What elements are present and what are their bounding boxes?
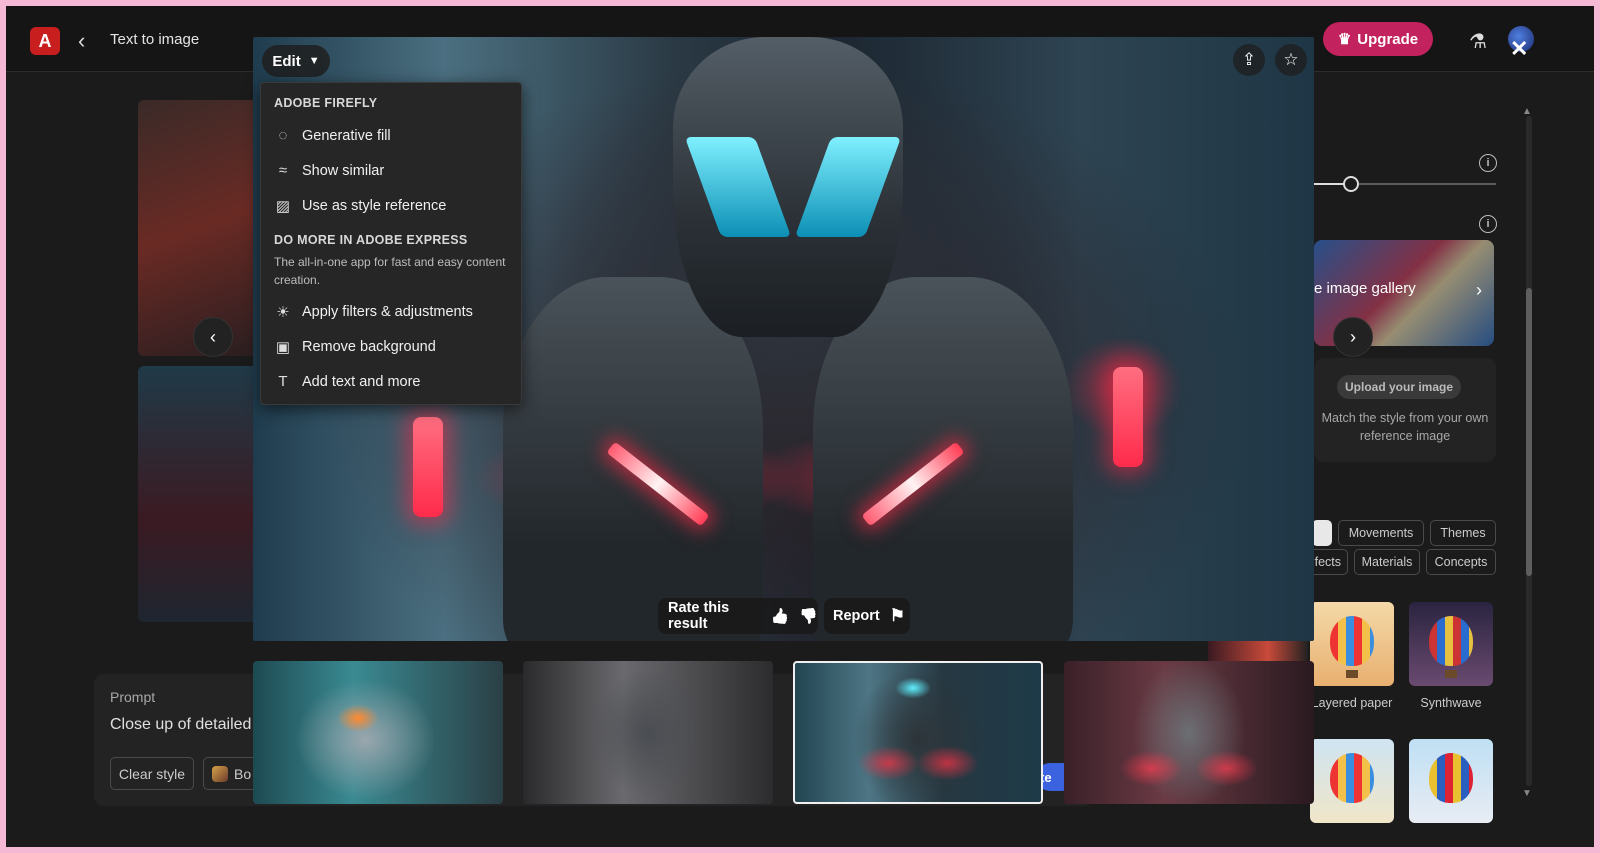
remove-background-icon: ▣: [275, 339, 291, 356]
sun-icon: ☀: [276, 304, 290, 321]
close-icon[interactable]: ✕: [1510, 36, 1528, 62]
favorite-button[interactable]: ☆: [1275, 44, 1307, 76]
menu-item-label: Add text and more: [302, 373, 421, 390]
rate-result-bar: Rate this result 👍 👎: [658, 598, 818, 634]
star-icon: ☆: [1283, 50, 1299, 69]
chevron-down-icon: ▼: [308, 55, 320, 67]
menu-item-show-similar[interactable]: ≈ Show similar: [274, 162, 384, 179]
thumbs-down-icon[interactable]: 👎: [799, 607, 818, 625]
menu-item-generative-fill[interactable]: ◌ Generative fill: [274, 127, 391, 144]
report-label: Report: [833, 608, 880, 624]
image-icon: ▨: [275, 198, 291, 215]
menu-section-description: The all-in-one app for fast and easy con…: [274, 255, 506, 287]
menu-item-filters[interactable]: ☀ Apply filters & adjustments: [274, 303, 473, 321]
menu-item-remove-background[interactable]: ▣ Remove background: [274, 338, 436, 356]
result-thumbnail[interactable]: [253, 661, 503, 804]
rate-label: Rate this result: [668, 600, 730, 632]
menu-section-title: ADOBE FIREFLY: [274, 96, 378, 110]
edit-menu: ADOBE FIREFLY ◌ Generative fill ≈ Show s…: [260, 82, 522, 405]
report-button[interactable]: Report ⚑: [824, 598, 910, 634]
result-thumbnail[interactable]: [1064, 661, 1314, 804]
edit-label: Edit: [272, 52, 301, 70]
app-window: A ‹ Text to image ♛ Upgrade ⚗ i i e imag…: [6, 6, 1594, 847]
text-icon: T: [278, 373, 288, 390]
generative-fill-icon: ◌: [278, 127, 288, 144]
menu-section-title: DO MORE IN ADOBE EXPRESS: [274, 233, 468, 247]
menu-item-label: Show similar: [302, 162, 385, 179]
thumbs-up-icon[interactable]: 👍: [771, 607, 790, 625]
menu-item-style-reference[interactable]: ▨ Use as style reference: [274, 197, 446, 215]
share-button[interactable]: ⇪: [1233, 44, 1265, 76]
menu-item-add-text[interactable]: T Add text and more: [274, 373, 421, 390]
menu-item-label: Remove background: [302, 339, 436, 355]
menu-item-label: Generative fill: [302, 127, 391, 144]
result-thumbnail[interactable]: [523, 661, 773, 804]
show-similar-icon: ≈: [278, 162, 288, 179]
menu-item-label: Apply filters & adjustments: [302, 304, 473, 320]
edit-dropdown-button[interactable]: Edit ▼: [262, 45, 330, 77]
menu-item-label: Use as style reference: [302, 198, 447, 214]
result-thumbnail-selected[interactable]: [793, 661, 1043, 804]
next-image-button[interactable]: ›: [1333, 317, 1373, 357]
previous-image-button[interactable]: ‹: [193, 317, 233, 357]
flag-icon: ⚑: [889, 606, 905, 625]
share-icon: ⇪: [1241, 50, 1257, 69]
